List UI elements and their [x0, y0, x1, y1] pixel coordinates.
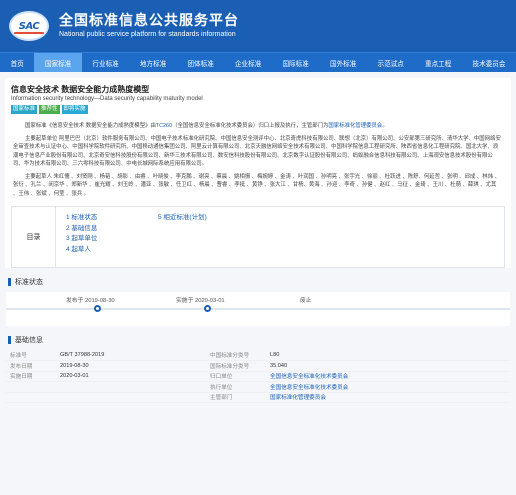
drafters-paragraph: 主要起草人 朱红儒 、刘贤刚 、杨韬 、胡影 、由睿 、叶晓俊 、李克鹏 、谢亮…: [13, 173, 500, 197]
cell-value: 35.040: [266, 360, 510, 372]
standard-subtitle: Information security technology—Data sec…: [11, 96, 203, 102]
table-of-contents: 目录 1 标准状态 2 基础信息 3 起草单位 4 起草人 5 相近标准(计划): [11, 206, 505, 268]
cell-key: [6, 381, 56, 393]
nav-item-international-standards[interactable]: 国际标准: [272, 53, 320, 72]
nav-item-national-standards[interactable]: 国家标准: [34, 53, 82, 72]
toc-column-2: 5 相近标准(计划): [148, 207, 240, 267]
tag-recommended: 推荐性: [39, 105, 60, 114]
tag-upcoming: 即将实施: [61, 105, 88, 114]
nav-item-enterprise-standards[interactable]: 企业标准: [224, 53, 272, 72]
cell-value: 2020-03-01: [56, 371, 206, 382]
implement-date-label: 实施于 2020-03-01: [176, 298, 225, 304]
site-header: SAC 全国标准信息公共服务平台 National public service…: [0, 0, 516, 52]
cell-key: 发布日期: [6, 360, 56, 372]
table-row: 主管部门 国家标准化管理委员会: [6, 392, 510, 403]
site-title-block: 全国标准信息公共服务平台 National public service pla…: [59, 12, 239, 40]
cell-value: 2019-08-30: [56, 360, 206, 372]
table-row: 实施日期 2020-03-01 归口单位 全国信息安全标准化技术委员会: [6, 371, 510, 382]
summary-text-b: （全国信息安全标准化技术委员会）归口上报及执行，主管部门为: [172, 123, 329, 129]
cell-key: [6, 392, 56, 403]
standard-title: 信息安全技术 数据安全能力成熟度模型: [11, 85, 150, 94]
summary-text-a: 国家标准《信息安全技术 数据安全能力成熟度模型》由: [25, 123, 156, 129]
supervising-dept-link[interactable]: 国家标准化管理委员会: [266, 392, 510, 403]
toc-column-1: 1 标准状态 2 基础信息 3 起草单位 4 起草人: [56, 207, 148, 267]
cell-value: [56, 381, 206, 393]
nav-item-group-standards[interactable]: 团体标准: [177, 53, 225, 72]
cell-value: [56, 392, 206, 403]
nav-item-industry-standards[interactable]: 行业标准: [82, 53, 130, 72]
table-row: 执行单位 全国信息安全标准化技术委员会: [6, 381, 510, 393]
main-nav: 首页 国家标准 行业标准 地方标准 团体标准 企业标准 国际标准 国外标准 示范…: [0, 52, 516, 72]
cell-key: 标准号: [6, 350, 56, 361]
nav-item-technical-committees[interactable]: 技术委员会: [462, 53, 516, 72]
standard-tags: 国家标准 推荐性 即将实施: [11, 105, 505, 114]
publish-dot-icon: [94, 305, 101, 312]
nav-item-demo-pilots[interactable]: 示范试点: [367, 53, 415, 72]
implement-dot-icon: [204, 305, 211, 312]
committee-link[interactable]: 全国信息安全标准化技术委员会: [266, 371, 510, 382]
section-bar-icon: [8, 336, 11, 344]
dept-link[interactable]: 国家标准化管理委员会: [328, 123, 382, 129]
toc-item-drafters[interactable]: 4 起草人: [66, 245, 148, 256]
table-row: 发布日期 2019-08-30 国际标准分类号 35.040: [6, 360, 510, 372]
status-section-title: 标准状态: [0, 276, 516, 288]
executing-unit-link[interactable]: 全国信息安全标准化技术委员会: [266, 381, 510, 393]
tag-national-standard: 国家标准: [11, 105, 38, 114]
toc-label: 目录: [12, 207, 56, 267]
toc-item-similar-standards[interactable]: 5 相近标准(计划): [158, 213, 240, 224]
nav-item-key-projects[interactable]: 重点工程: [414, 53, 462, 72]
cell-key: 执行单位: [206, 381, 266, 393]
publish-date-label: 发布于 2019-08-30: [66, 298, 115, 304]
table-row: 标准号 GB/T 37988-2019 中国标准分类号 L80: [6, 350, 510, 361]
sac-logo[interactable]: SAC: [9, 11, 49, 41]
toc-item-drafting-units[interactable]: 3 起草单位: [66, 234, 148, 245]
drafting-units-paragraph: 主要起草单位 阿里巴巴（北京）软件服务有限公司、中国电子技术标准化研究院、中国信…: [13, 135, 501, 168]
cell-value: L80: [266, 350, 510, 361]
cell-key: 主管部门: [206, 392, 266, 403]
status-timeline: 发布于 2019-08-30 实施于 2020-03-01 废止: [6, 292, 510, 326]
site-title: 全国标准信息公共服务平台: [59, 12, 239, 28]
nav-item-foreign-standards[interactable]: 国外标准: [319, 53, 367, 72]
cell-value: GB/T 37988-2019: [56, 350, 206, 361]
tc260-link[interactable]: TC260: [156, 123, 172, 129]
site-subtitle: National public service platform for sta…: [59, 31, 236, 38]
basic-info-table: 标准号 GB/T 37988-2019 中国标准分类号 L80 发布日期 201…: [6, 350, 510, 403]
cell-key: 中国标准分类号: [206, 350, 266, 361]
summary-text-c: 。: [382, 123, 388, 129]
logo-text: SAC: [18, 20, 40, 32]
summary-paragraph: 国家标准《信息安全技术 数据安全能力成熟度模型》由TC260（全国信息安全标准化…: [5, 122, 511, 131]
toc-item-status[interactable]: 1 标准状态: [66, 213, 148, 224]
basic-section-label: 基础信息: [15, 337, 43, 344]
cell-key: 归口单位: [206, 371, 266, 382]
section-bar-icon: [8, 278, 11, 286]
cell-key: 国际标准分类号: [206, 360, 266, 372]
basic-section-title: 基础信息: [0, 334, 516, 346]
cell-key: 实施日期: [6, 371, 56, 382]
standard-header: 信息安全技术 数据安全能力成熟度模型 Information security …: [5, 78, 511, 118]
nav-item-home[interactable]: 首页: [0, 53, 34, 72]
standard-card: 信息安全技术 数据安全能力成熟度模型 Information security …: [5, 78, 511, 268]
abolish-label: 废止: [300, 298, 312, 304]
nav-item-local-standards[interactable]: 地方标准: [129, 53, 177, 72]
timeline-line: [6, 308, 510, 310]
status-section-label: 标准状态: [15, 279, 43, 286]
logo-swoosh-icon: [14, 32, 44, 34]
toc-item-basic-info[interactable]: 2 基础信息: [66, 224, 148, 235]
